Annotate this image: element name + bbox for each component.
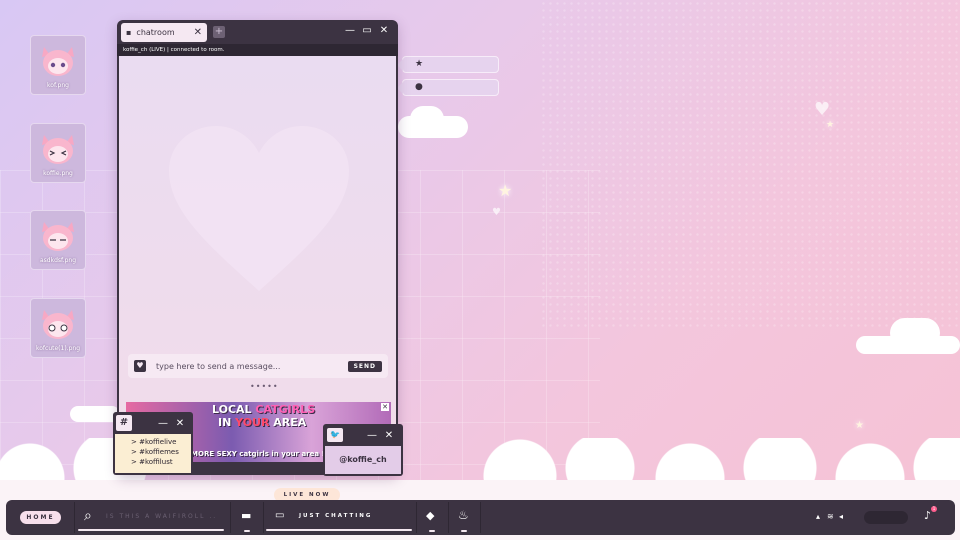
active-indicator <box>429 530 435 532</box>
catgirl-image-icon <box>38 304 78 342</box>
twitter-handle[interactable]: @koffie_ch <box>325 446 401 474</box>
twitter-window: 🐦 — ✕ @koffie_ch <box>323 424 403 476</box>
tab-label: chatroom <box>136 28 175 37</box>
heart-watermark-icon <box>169 126 349 291</box>
close-button[interactable]: ✕ <box>378 25 390 36</box>
cloud <box>890 318 940 348</box>
divider <box>74 502 75 533</box>
new-tab-button[interactable]: + <box>213 26 225 38</box>
category-underline <box>266 529 412 531</box>
window-titlebar[interactable]: ▪ chatroom ✕ + — ▭ ✕ <box>117 20 398 44</box>
close-button[interactable]: ✕ <box>383 430 395 441</box>
close-tab-icon[interactable]: ✕ <box>194 27 202 38</box>
heart-icon: ♥ <box>814 99 831 120</box>
ad-headline-2: IN YOUR AREA <box>218 416 307 429</box>
desktop-icon-asdkdsf[interactable]: asdkdsf.png <box>30 210 86 270</box>
taskbar: HOME ⌕ ▬ ▭ JUST CHATTING ◆ ♨ ▴ ≋ ◂ ♪ 1 <box>6 500 955 535</box>
gamepad-icon[interactable]: ◆ <box>426 509 434 522</box>
joystick-icon[interactable]: ♨ <box>458 508 469 522</box>
star-icon: ★ <box>826 120 835 130</box>
ad-subline: I MORE SEXY catgirls in your area ! <box>186 450 325 458</box>
ad-headline-1: LOCAL CATGIRLS <box>212 403 316 416</box>
catgirl-image-icon <box>38 129 78 167</box>
minimize-button[interactable]: — <box>344 25 356 36</box>
desktop-icon-kof[interactable]: kof.png <box>30 35 86 95</box>
wifi-icon[interactable]: ≋ <box>827 512 834 521</box>
profile-pill[interactable]: ● <box>397 79 499 96</box>
twitter-bird-icon: 🐦 <box>327 428 343 442</box>
hashtag-window: # — ✕ > #koffielive > #koffiemes > #koff… <box>113 412 193 475</box>
close-button[interactable]: ✕ <box>174 418 186 429</box>
minimize-button[interactable]: — <box>366 430 378 441</box>
bell-icon[interactable]: ♪ <box>924 509 931 522</box>
heart-icon: ♥ <box>492 207 501 218</box>
maximize-button[interactable]: ▭ <box>361 25 373 36</box>
divider <box>480 502 481 533</box>
desktop-icon-kofcute[interactable]: kofcute(1).png <box>30 298 86 358</box>
hashtag-list: > #koffielive > #koffiemes > #koffilust <box>115 434 191 473</box>
star-icon: ★ <box>415 59 424 69</box>
heart-icon[interactable]: ♥ <box>134 360 146 372</box>
favorites-pill[interactable]: ★ <box>397 56 499 73</box>
divider <box>263 502 264 533</box>
cloud <box>410 106 444 132</box>
star-icon: ★ <box>498 181 513 200</box>
monitor-icon: ▭ <box>275 510 285 521</box>
stream-category[interactable]: JUST CHATTING <box>299 513 372 519</box>
chat-messages-area: ♥ SEND ••••• <box>119 56 396 436</box>
star-icon: ★ <box>855 420 864 431</box>
catgirl-image-icon <box>38 216 78 254</box>
user-icon: ● <box>415 82 423 92</box>
divider <box>448 502 449 533</box>
home-button[interactable]: HOME <box>20 511 61 524</box>
clock-widget[interactable] <box>864 511 908 524</box>
minimize-button[interactable]: — <box>157 418 169 429</box>
close-icon[interactable]: ✕ <box>381 403 389 411</box>
send-button[interactable]: SEND <box>347 360 382 372</box>
active-indicator <box>461 530 467 532</box>
divider <box>416 502 417 533</box>
folder-icon[interactable]: ▬ <box>241 509 251 522</box>
hashtag-icon: # <box>116 415 132 431</box>
search-icon[interactable]: ⌕ <box>84 508 92 524</box>
active-indicator <box>244 530 250 532</box>
chevron-up-icon[interactable]: ▴ <box>816 512 820 521</box>
list-item: > #koffilust <box>131 458 173 466</box>
search-underline <box>78 529 224 531</box>
desktop-icon-koffie[interactable]: koffie.png <box>30 123 86 183</box>
list-item: > #koffiemes <box>131 448 179 456</box>
message-input[interactable] <box>156 361 348 371</box>
tab-chatroom[interactable]: ▪ chatroom ✕ <box>121 23 207 42</box>
notification-badge: 1 <box>931 506 937 512</box>
connection-status: koffie_ch (LIVE) | connected to room. <box>117 44 398 56</box>
volume-icon[interactable]: ◂ <box>839 512 843 521</box>
divider <box>230 502 231 533</box>
catgirl-image-icon <box>38 41 78 79</box>
background-dots <box>540 0 960 330</box>
search-input[interactable] <box>106 513 216 520</box>
list-item: > #koffielive <box>131 438 177 446</box>
drag-handle[interactable]: ••••• <box>250 382 279 391</box>
chat-bubble-icon: ▪ <box>126 28 132 37</box>
message-composer: ♥ SEND <box>128 354 388 378</box>
